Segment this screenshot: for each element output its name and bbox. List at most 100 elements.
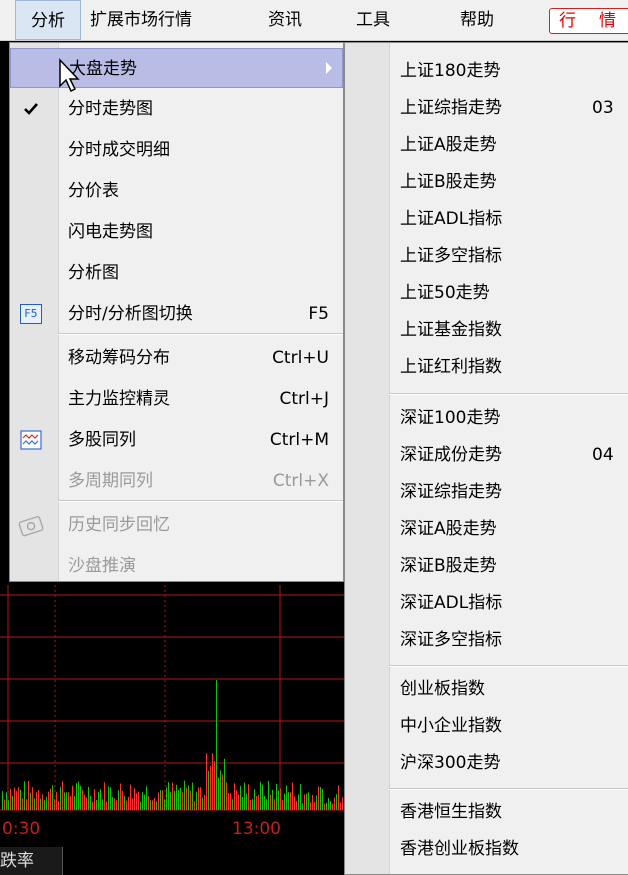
volume-bar xyxy=(278,790,279,810)
menu-tools[interactable]: 工具 xyxy=(356,0,390,40)
submenu-item-szse-a[interactable]: 深证A股走势 xyxy=(345,510,628,548)
decline-rate-tab[interactable]: 跌率 xyxy=(0,847,63,875)
volume-bar xyxy=(340,802,341,810)
volume-bar xyxy=(72,785,73,810)
volume-bar xyxy=(126,800,127,810)
volume-bar xyxy=(132,798,133,810)
menu-item-shortcut: Ctrl+X xyxy=(272,471,329,491)
volume-bar xyxy=(24,781,25,810)
volume-bar xyxy=(232,799,233,810)
submenu-item-sse180[interactable]: 上证180走势 xyxy=(345,52,628,90)
time-label-left: 0:30 xyxy=(2,819,41,839)
volume-bar xyxy=(178,790,179,810)
volume-bar xyxy=(56,792,57,810)
volume-bar xyxy=(284,793,285,810)
volume-bar xyxy=(190,790,191,810)
menu-item-label: 闪电走势图 xyxy=(68,222,153,242)
submenu-item-szse-composite[interactable]: 深证综指走势 xyxy=(345,473,628,511)
volume-bar xyxy=(194,800,195,810)
volume-bar xyxy=(82,789,83,810)
volume-bar xyxy=(36,792,37,810)
menu-item-main-monitor[interactable]: 主力监控精灵 Ctrl+J xyxy=(10,379,343,419)
submenu-item-hk-gem[interactable]: 香港创业板指数 xyxy=(345,830,628,868)
menu-item-price-table[interactable]: 分价表 xyxy=(10,171,343,211)
volume-bar xyxy=(316,795,317,810)
quote-button-char-1: 行 xyxy=(559,11,576,31)
submenu-item-sse-adl[interactable]: 上证ADL指标 xyxy=(345,200,628,238)
menu-item-analysis-chart[interactable]: 分析图 xyxy=(10,253,343,293)
submenu-item-sse-composite[interactable]: 上证综指走势 03 xyxy=(345,89,628,127)
volume-bar xyxy=(290,792,291,810)
volume-bar xyxy=(228,793,229,810)
volume-bar xyxy=(84,794,85,810)
volume-bar xyxy=(136,793,137,810)
submenu-item-chinext[interactable]: 创业板指数 xyxy=(345,670,628,708)
volume-bar xyxy=(254,789,255,810)
volume-bar xyxy=(28,780,29,810)
menu-news[interactable]: 资讯 xyxy=(268,0,302,40)
menu-separator xyxy=(58,500,343,502)
submenu-item-szse-longshort[interactable]: 深证多空指标 xyxy=(345,621,628,659)
volume-bar xyxy=(236,790,237,810)
volume-bar xyxy=(158,792,159,810)
volume-bar xyxy=(214,761,215,810)
menu-help[interactable]: 帮助 xyxy=(460,0,494,40)
submenu-item-sse-b[interactable]: 上证B股走势 xyxy=(345,163,628,201)
submenu-item-szse-component[interactable]: 深证成份走势 04 xyxy=(345,436,628,474)
submenu-item-szse-adl[interactable]: 深证ADL指标 xyxy=(345,584,628,622)
submenu-item-sse-dividend[interactable]: 上证红利指数 xyxy=(345,348,628,386)
quote-button[interactable]: 行 情 xyxy=(549,8,628,34)
submenu-item-sse-longshort[interactable]: 上证多空指标 xyxy=(345,237,628,275)
volume-bar xyxy=(258,794,259,810)
volume-bar xyxy=(310,802,311,810)
menu-item-multi-stock[interactable]: 多股同列 Ctrl+M xyxy=(10,420,343,460)
submenu-item-sse50[interactable]: 上证50走势 xyxy=(345,274,628,312)
menu-analysis[interactable]: 分析 xyxy=(15,0,81,40)
submenu-item-sse-a[interactable]: 上证A股走势 xyxy=(345,126,628,164)
volume-bar xyxy=(308,792,309,810)
submenu-item-sme[interactable]: 中小企业指数 xyxy=(345,707,628,745)
menu-item-sandbox[interactable]: 沙盘推演 xyxy=(10,546,343,586)
volume-bar xyxy=(162,790,163,810)
menu-item-multi-period[interactable]: 多周期同列 Ctrl+X xyxy=(10,461,343,501)
menu-item-history-recall[interactable]: 历史同步回忆 xyxy=(10,505,343,545)
menu-item-label: 主力监控精灵 xyxy=(68,389,170,409)
submenu-item-sse-fund[interactable]: 上证基金指数 xyxy=(345,311,628,349)
volume-bar xyxy=(118,790,119,810)
submenu-item-label: 深证A股走势 xyxy=(400,519,497,539)
volume-bar xyxy=(16,791,17,810)
menu-item-label: 分时/分析图切换 xyxy=(68,304,193,324)
menu-item-intraday-chart[interactable]: 分时走势图 xyxy=(10,89,343,129)
submenu-item-csi300[interactable]: 沪深300走势 xyxy=(345,744,628,782)
submenu-item-label: 上证综指走势 xyxy=(400,98,502,118)
submenu-item-label: 深证ADL指标 xyxy=(400,593,503,613)
volume-bar xyxy=(196,791,197,810)
menu-bar: 分析 扩展市场行情 资讯 工具 帮助 行 情 xyxy=(0,0,628,41)
menu-item-label: 历史同步回忆 xyxy=(68,515,170,535)
menu-item-flash-chart[interactable]: 闪电走势图 xyxy=(10,212,343,252)
volume-bar xyxy=(326,802,327,810)
menu-item-chip-distribution[interactable]: 移动筹码分布 Ctrl+U xyxy=(10,338,343,378)
menu-item-label: 多股同列 xyxy=(68,430,136,450)
volume-bar xyxy=(22,798,23,810)
menu-item-trade-details[interactable]: 分时成交明细 xyxy=(10,130,343,170)
submenu-item-label: 上证B股走势 xyxy=(400,172,497,192)
submenu-arrow-icon xyxy=(326,62,332,74)
volume-bar xyxy=(48,791,49,810)
submenu-item-szse100[interactable]: 深证100走势 xyxy=(345,399,628,437)
submenu-separator xyxy=(389,393,628,395)
submenu-item-hang-seng[interactable]: 香港恒生指数 xyxy=(345,793,628,831)
menu-extended-market[interactable]: 扩展市场行情 xyxy=(90,0,192,40)
volume-bar xyxy=(306,793,307,810)
volume-bar xyxy=(80,785,81,810)
volume-bar xyxy=(60,787,61,810)
volume-bar xyxy=(92,801,93,810)
volume-bar xyxy=(146,786,147,810)
volume-bar xyxy=(222,774,223,810)
menu-item-label: 分析图 xyxy=(68,263,119,283)
volume-bar xyxy=(78,781,79,810)
menu-item-toggle-chart[interactable]: F5 分时/分析图切换 F5 xyxy=(10,294,343,334)
time-label-1300: 13:00 xyxy=(232,819,281,839)
volume-bar xyxy=(268,780,269,810)
submenu-item-szse-b[interactable]: 深证B股走势 xyxy=(345,547,628,585)
